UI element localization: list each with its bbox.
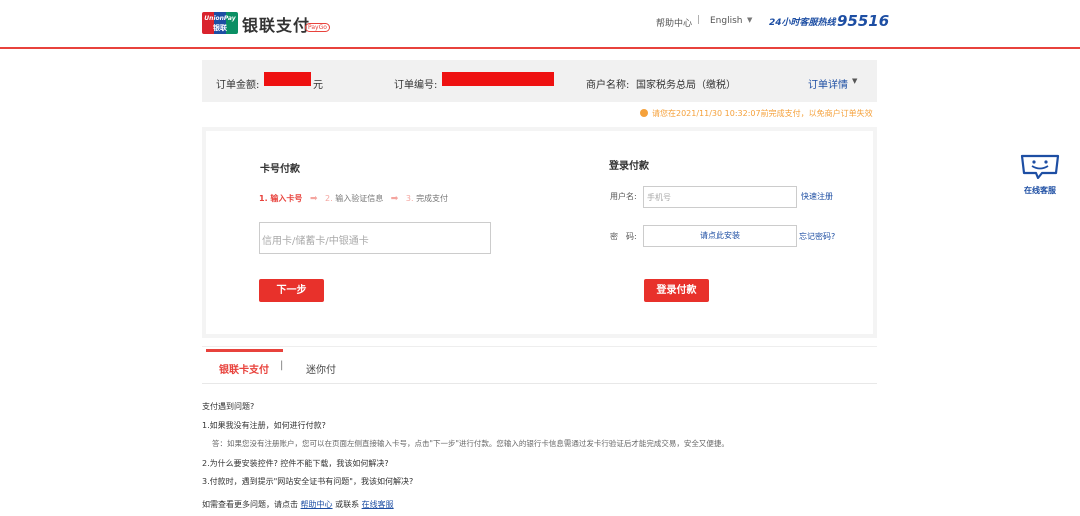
caret-down-icon[interactable]: ▼: [747, 16, 752, 24]
faq-more-or: 或联系: [335, 500, 360, 509]
card-number-input[interactable]: 信用卡/储蓄卡/中银通卡: [259, 222, 491, 254]
amount-unit: 元: [313, 80, 323, 91]
redacted-order-number: [442, 72, 554, 86]
faq-online-service-link[interactable]: 在线客服: [362, 500, 394, 509]
card-pay-title: 卡号付款: [260, 164, 300, 175]
username-input[interactable]: 手机号: [643, 186, 797, 208]
step-2: 2. 输入验证信息: [325, 194, 384, 203]
order-info-bar: 订单金额: 元 订单编号: 商户名称: 国家税务总局（缴税）: [202, 60, 877, 102]
login-pay-title: 登录付款: [609, 161, 649, 172]
payment-tabs: [202, 346, 877, 384]
brand-title: 银联支付: [242, 16, 311, 35]
online-service-widget[interactable]: 在线客服: [1018, 153, 1064, 196]
amount-label: 订单金额:: [216, 80, 260, 91]
faq-more-prefix: 如需查看更多问题，请点击: [202, 500, 298, 509]
logo-text-top: UnionPay: [204, 15, 236, 22]
faq-question-1: 1.如果我没有注册，如何进行付款?: [202, 421, 326, 430]
notice-text: 请您在2021/11/30 10:32:07前完成支付，以免商户订单失效: [652, 109, 873, 118]
tab-separator: |: [280, 360, 284, 371]
brand-badge: PayGo: [305, 23, 330, 32]
logo-text-bottom: 银联: [213, 24, 227, 32]
login-pay-button[interactable]: 登录付款: [644, 279, 709, 302]
install-control-button[interactable]: 请点此安装: [643, 225, 797, 247]
unionpay-logo[interactable]: UnionPay 银联: [202, 12, 238, 34]
top-header: UnionPay 银联 银联支付 PayGo 帮助中心 | English ▼ …: [0, 0, 1080, 49]
caret-down-icon[interactable]: ▼: [852, 77, 857, 85]
faq-question-2[interactable]: 2.为什么要安装控件? 控件不能下载，我该如何解决?: [202, 458, 389, 469]
order-number-label: 订单编号:: [394, 80, 438, 91]
help-center-link[interactable]: 帮助中心: [656, 16, 692, 29]
hotline-label: 24小时客服热线: [769, 18, 836, 28]
redacted-amount: [264, 72, 311, 86]
lightbulb-icon: [640, 109, 648, 117]
language-select[interactable]: English: [710, 16, 743, 26]
hotline-number: 95516: [837, 12, 890, 30]
faq-question-3[interactable]: 3.付款时，遇到提示"网站安全证书有问题"，我该如何解决?: [202, 476, 413, 487]
payment-deadline-notice: 请您在2021/11/30 10:32:07前完成支付，以免商户订单失效: [640, 108, 873, 119]
arrow-right-icon: ➡: [309, 194, 318, 204]
tab-mini-pay[interactable]: 迷你付: [306, 361, 336, 376]
tab-unionpay-card[interactable]: 银联卡支付: [219, 361, 269, 376]
username-label: 用户名:: [610, 192, 637, 201]
next-step-button[interactable]: 下一步: [259, 279, 324, 302]
arrow-right-icon: ➡: [390, 194, 399, 204]
faq-help-center-link[interactable]: 帮助中心: [301, 500, 333, 509]
merchant-name: 国家税务总局（缴税）: [636, 80, 736, 91]
step-indicator: 1. 输入卡号 ➡ 2. 输入验证信息 ➡ 3. 完成支付: [259, 193, 448, 204]
online-service-label[interactable]: 在线客服: [1018, 185, 1062, 196]
faq-title: 支付遇到问题?: [202, 402, 255, 411]
password-label: 密 码:: [610, 232, 637, 241]
step-1: 1. 输入卡号: [259, 194, 303, 203]
merchant-label: 商户名称:: [586, 80, 630, 91]
step-3: 3. 完成支付: [405, 194, 449, 203]
header-separator: |: [697, 15, 701, 25]
tab-active-indicator: [206, 349, 283, 352]
order-detail-link[interactable]: 订单详情: [808, 76, 848, 91]
forgot-password-link[interactable]: 忘记密码?: [799, 231, 835, 242]
quick-register-link[interactable]: 快速注册: [801, 191, 833, 202]
faq-answer-1: 答：如果您没有注册账户，您可以在页面左侧直接输入卡号，点击"下一步"进行付款。您…: [212, 439, 729, 448]
chat-face-icon[interactable]: [1018, 153, 1062, 180]
faq-more: 如需查看更多问题，请点击 帮助中心 或联系 在线客服: [202, 499, 394, 510]
